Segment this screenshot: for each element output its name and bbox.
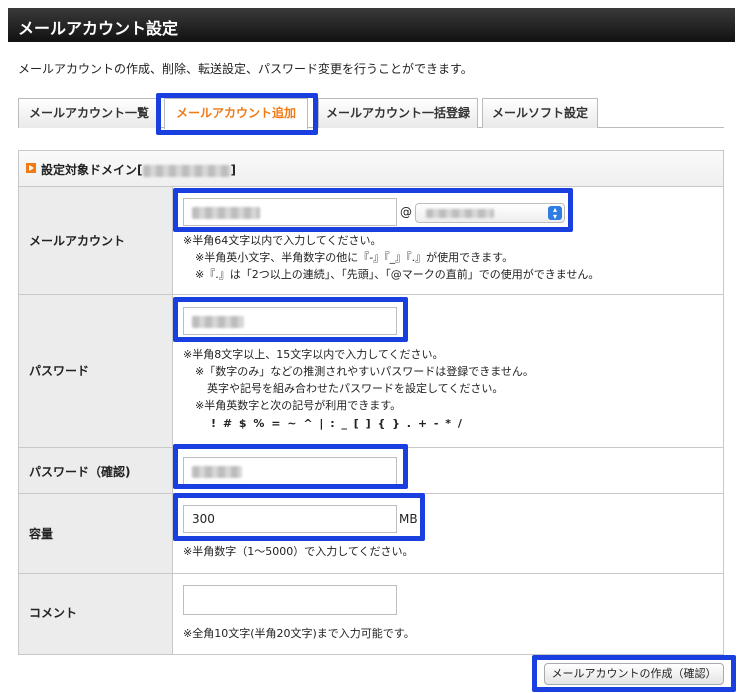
label-capacity: 容量 <box>29 527 54 541</box>
account-note-3: ※『.』は「2つ以上の連続」、「先頭」、「@マークの直前」での使用ができません。 <box>195 268 600 281</box>
create-account-confirm-button[interactable]: メールアカウントの作成（確認） <box>544 663 724 685</box>
label-mail-account: メールアカウント <box>29 234 126 248</box>
arrow-marker-icon <box>26 163 36 173</box>
domain-select[interactable]: ▴ ▾ <box>415 203 565 223</box>
account-name-redacted <box>192 206 260 219</box>
comment-note: ※全角10文字(半角20文字)まで入力可能です。 <box>183 627 415 640</box>
password-allowed-symbols: ! # $ % = ~ ^ | : _ [ ] { } . + - * / <box>211 417 462 430</box>
capacity-unit: MB <box>399 512 418 526</box>
select-arrows-icon: ▴ ▾ <box>548 206 562 221</box>
password-input[interactable] <box>183 307 397 335</box>
account-name-input[interactable] <box>183 198 397 226</box>
tab-bar: メールアカウント一覧 メールアカウント追加 メールアカウント一括登録 メールソフ… <box>18 98 724 129</box>
password-note-1: ※半角8文字以上、15文字以内で入力してください。 <box>183 348 444 361</box>
account-note-1: ※半角64文字以内で入力してください。 <box>183 234 382 247</box>
at-sign: @ <box>400 205 412 219</box>
label-password: パスワード <box>29 364 90 378</box>
row-capacity: 容量 300 MB ※半角数字（1～5000）で入力してください。 <box>19 494 723 574</box>
form-panel: 設定対象ドメイン[] メールアカウント @ ▴ ▾ ※半角64文字以内で入力してく… <box>18 150 724 655</box>
domain-option-redacted <box>426 209 494 218</box>
page-description: メールアカウントの作成、削除、転送設定、パスワード変更を行うことができます。 <box>18 62 473 76</box>
password-confirm-redacted <box>192 465 242 478</box>
domain-name-redacted <box>142 164 231 177</box>
row-password: パスワード ※半角8文字以上、15文字以内で入力してください。 ※「数字のみ」な… <box>19 295 723 448</box>
capacity-input[interactable]: 300 <box>183 505 397 533</box>
comment-input[interactable] <box>183 585 397 615</box>
domain-label-prefix: 設定対象ドメイン[ <box>41 163 143 177</box>
capacity-note: ※半角数字（1～5000）で入力してください。 <box>183 545 414 558</box>
tab-account-list[interactable]: メールアカウント一覧 <box>18 98 160 128</box>
account-note-2: ※半角英小文字、半角数字の他に『-』『_』『.』が使用できます。 <box>195 251 514 264</box>
page-title: メールアカウント設定 <box>18 19 179 38</box>
row-mail-account: メールアカウント @ ▴ ▾ ※半角64文字以内で入力してください。 ※半角英小文… <box>19 187 723 295</box>
password-note-3: 英字や記号を組み合わせたパスワードを設定してください。 <box>207 382 504 395</box>
tab-account-add[interactable]: メールアカウント追加 <box>164 98 308 129</box>
label-comment: コメント <box>29 606 78 620</box>
password-redacted <box>192 315 244 328</box>
password-confirm-input[interactable] <box>183 457 397 485</box>
row-password-confirm: パスワード（確認) <box>19 448 723 494</box>
label-password-confirm: パスワード（確認) <box>29 465 131 479</box>
tab-account-bulk[interactable]: メールアカウント一括登録 <box>318 98 478 128</box>
tab-mail-software[interactable]: メールソフト設定 <box>482 98 598 128</box>
row-comment: コメント ※全角10文字(半角20文字)まで入力可能です。 <box>19 574 723 654</box>
domain-header: 設定対象ドメイン[] <box>19 151 723 187</box>
password-note-4: ※半角英数字と次の記号が利用できます。 <box>195 399 402 412</box>
page-title-bar: メールアカウント設定 <box>8 8 735 42</box>
password-note-2: ※「数字のみ」などの推測されやすいパスワードは登録できません。 <box>195 365 534 378</box>
domain-label-suffix: ] <box>230 163 236 177</box>
